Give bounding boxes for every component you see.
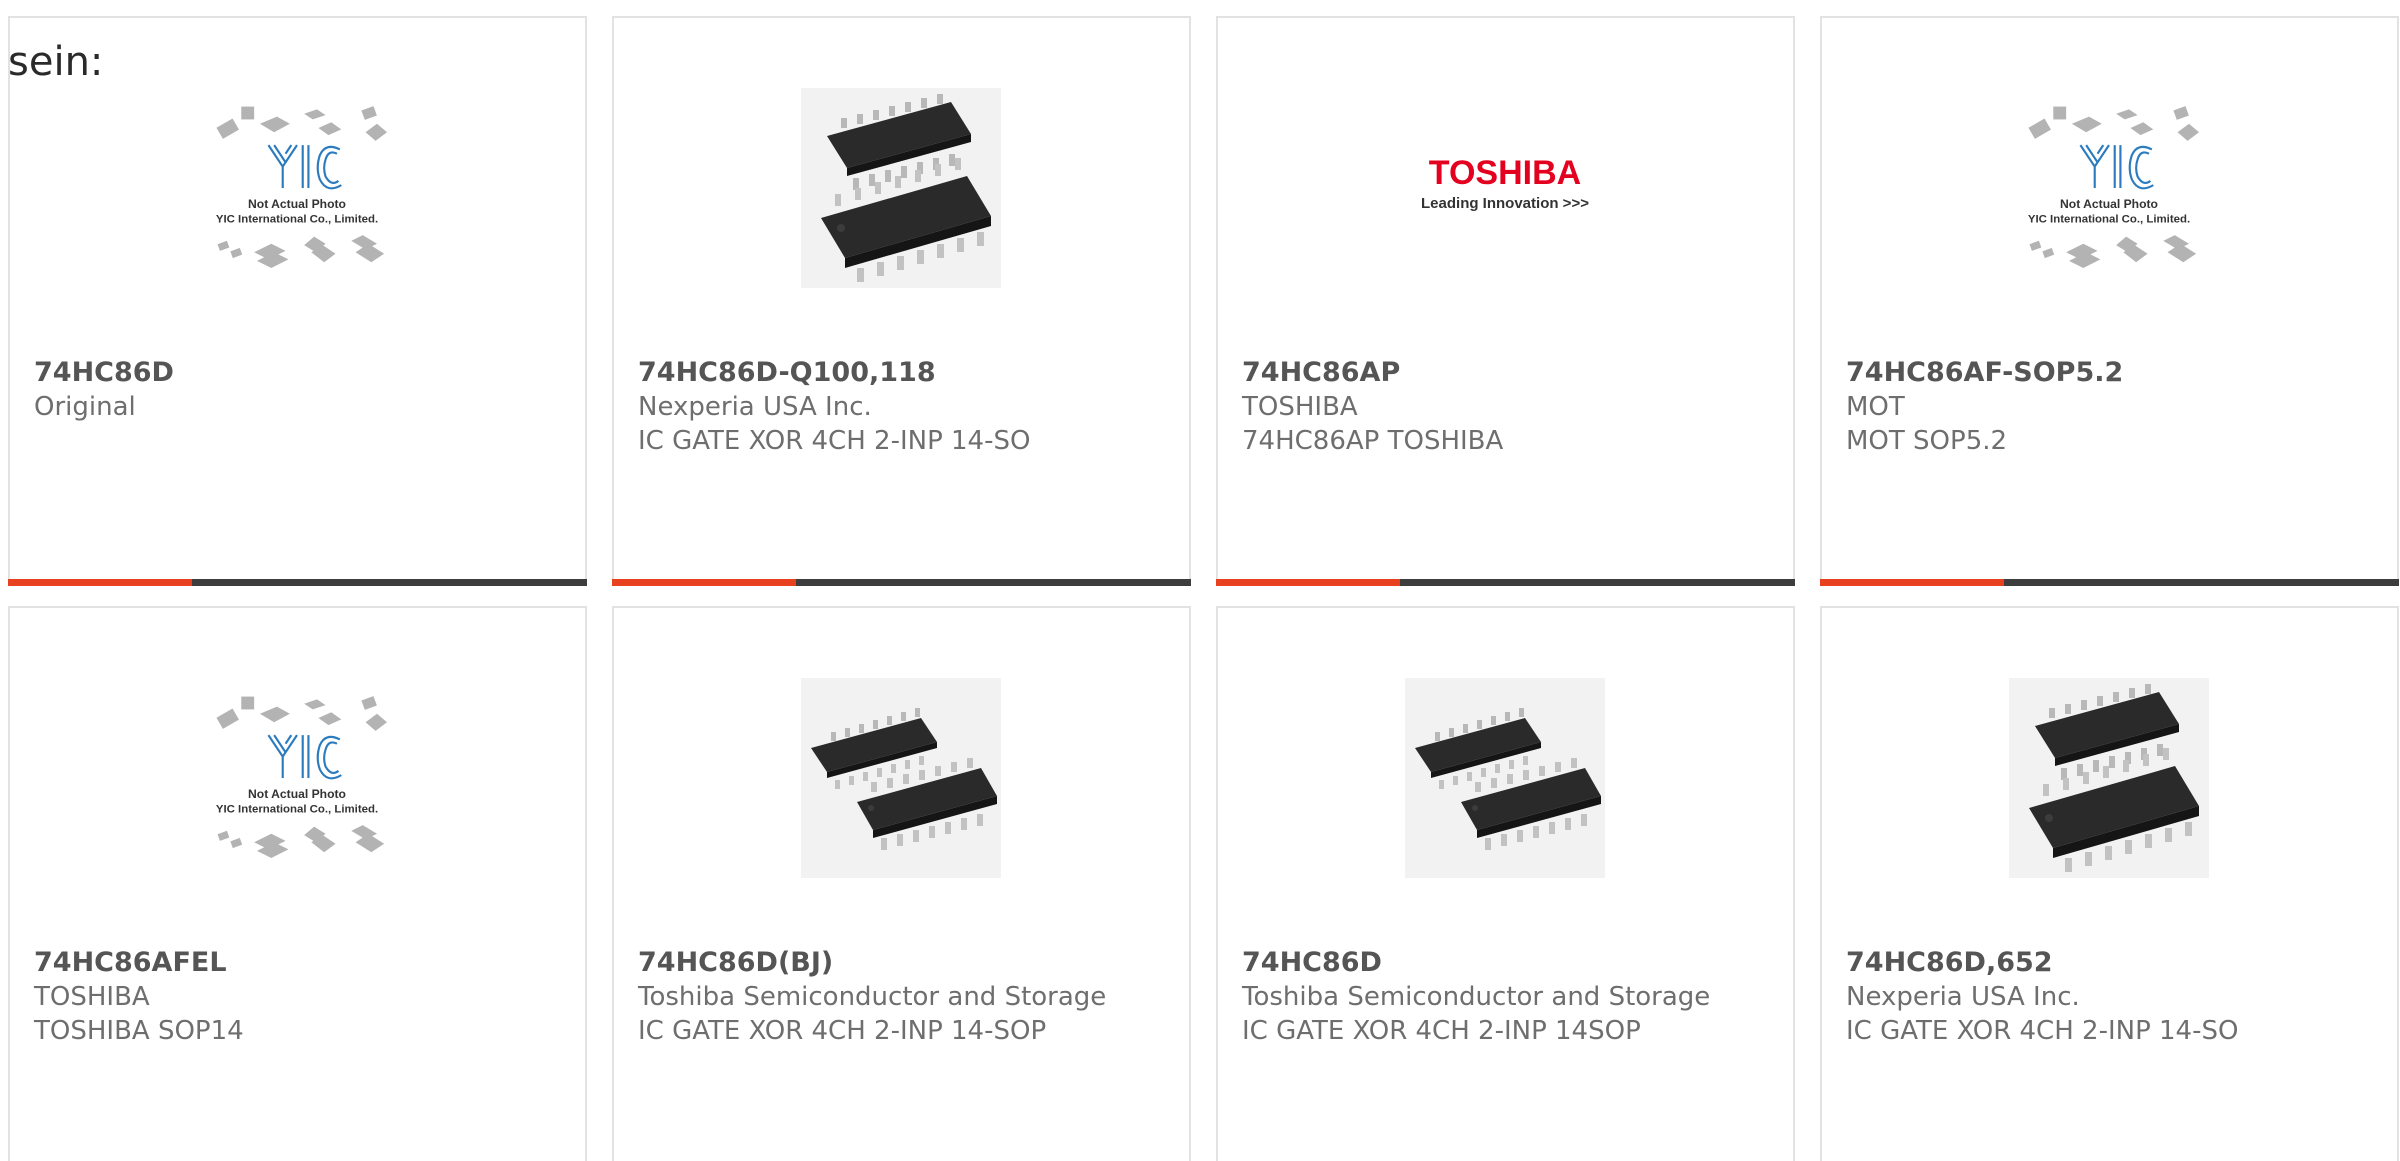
part-number[interactable]: 74HC86AF-SOP5.2 xyxy=(1846,356,2373,390)
part-number[interactable]: 74HC86AFEL xyxy=(34,946,561,980)
logo-text: TOSHIBA xyxy=(1429,154,1581,192)
card-bottom-bar xyxy=(1216,579,1795,586)
part-number[interactable]: 74HC86D xyxy=(34,356,561,390)
product-image-placeholder: Not Actual Photo YIC International Co., … xyxy=(2009,88,2209,288)
manufacturer: Nexperia USA Inc. xyxy=(1846,982,2080,1012)
product-image-chip xyxy=(801,678,1001,878)
product-card[interactable]: TOSHIBA Leading Innovation >>> 74HC86AP … xyxy=(1216,16,1795,586)
card-bottom-bar xyxy=(1820,579,2399,586)
manufacturer: Toshiba Semiconductor and Storage xyxy=(638,982,1107,1012)
description: IC GATE XOR 4CH 2-INP 14SOP xyxy=(1242,1016,1641,1046)
manufacturer: Original xyxy=(34,392,136,422)
product-image-chip xyxy=(801,88,1001,288)
placeholder-text-1: Not Actual Photo xyxy=(248,197,346,211)
logo-tagline: Leading Innovation >>> xyxy=(1421,195,1589,212)
product-image-placeholder: Not Actual Photo YIC International Co., … xyxy=(197,88,397,288)
product-card[interactable]: Not Actual Photo YIC International Co., … xyxy=(8,16,587,586)
placeholder-text-2: YIC International Co., Limited. xyxy=(216,803,378,815)
manufacturer: TOSHIBA xyxy=(1242,392,1358,422)
part-number[interactable]: 74HC86D xyxy=(1242,946,1769,980)
toshiba-logo: TOSHIBA Leading Innovation >>> xyxy=(1405,88,1605,288)
product-image-placeholder: Not Actual Photo YIC International Co., … xyxy=(197,678,397,878)
description: IC GATE XOR 4CH 2-INP 14-SOP xyxy=(638,1016,1047,1046)
intro-text: sein: xyxy=(8,39,104,85)
description: IC GATE XOR 4CH 2-INP 14-SO xyxy=(1846,1016,2239,1046)
placeholder-text-2: YIC International Co., Limited. xyxy=(2028,213,2190,225)
product-image-chip xyxy=(2009,678,2209,878)
product-card[interactable]: 74HC86D Toshiba Semiconductor and Storag… xyxy=(1216,606,1795,1161)
part-number[interactable]: 74HC86D(BJ) xyxy=(638,946,1165,980)
card-bottom-bar xyxy=(8,579,587,586)
product-card[interactable]: 74HC86D(BJ) Toshiba Semiconductor and St… xyxy=(612,606,1191,1161)
placeholder-text-1: Not Actual Photo xyxy=(2060,197,2158,211)
manufacturer: MOT xyxy=(1846,392,1905,422)
product-card[interactable]: 74HC86D-Q100,118 Nexperia USA Inc. IC GA… xyxy=(612,16,1191,586)
description: 74HC86AP TOSHIBA xyxy=(1242,426,1504,456)
manufacturer: TOSHIBA xyxy=(34,982,150,1012)
product-card[interactable]: Not Actual Photo YIC International Co., … xyxy=(1820,16,2399,586)
description: TOSHIBA SOP14 xyxy=(34,1016,244,1046)
product-image-chip xyxy=(1405,678,1605,878)
manufacturer: Toshiba Semiconductor and Storage xyxy=(1242,982,1711,1012)
manufacturer: Nexperia USA Inc. xyxy=(638,392,872,422)
product-grid: Not Actual Photo YIC International Co., … xyxy=(8,16,2400,1161)
part-number[interactable]: 74HC86D,652 xyxy=(1846,946,2373,980)
description: MOT SOP5.2 xyxy=(1846,426,2008,456)
part-number[interactable]: 74HC86D-Q100,118 xyxy=(638,356,1165,390)
card-bottom-bar xyxy=(612,579,1191,586)
part-number[interactable]: 74HC86AP xyxy=(1242,356,1769,390)
placeholder-text-1: Not Actual Photo xyxy=(248,787,346,801)
placeholder-text-2: YIC International Co., Limited. xyxy=(216,213,378,225)
description: IC GATE XOR 4CH 2-INP 14-SO xyxy=(638,426,1031,456)
product-card[interactable]: 74HC86D,652 Nexperia USA Inc. IC GATE XO… xyxy=(1820,606,2399,1161)
product-card[interactable]: Not Actual Photo YIC International Co., … xyxy=(8,606,587,1161)
